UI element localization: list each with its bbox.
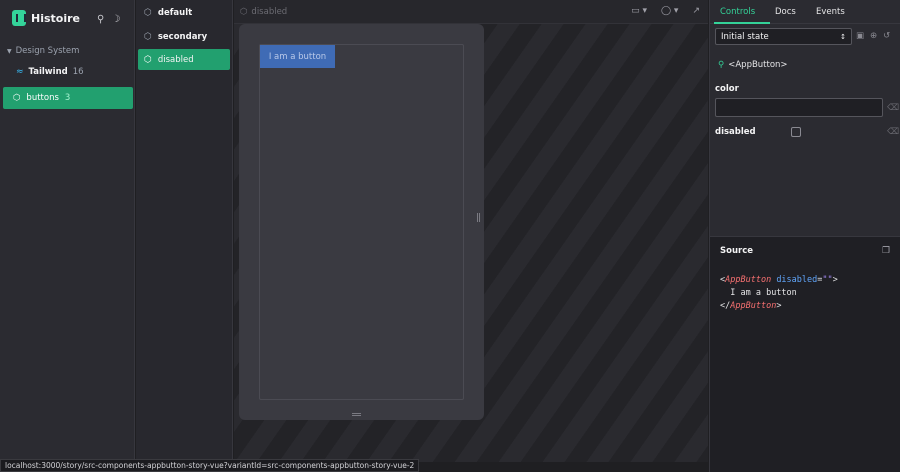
eraser-icon[interactable]: ⌫ xyxy=(887,103,899,113)
preview-toolbar: ⬡ disabled ▭ ▾ ◯ ▾ ↗ xyxy=(234,0,708,24)
tree-item-label: Tailwind xyxy=(28,67,68,77)
variant-default[interactable]: ⬡ default xyxy=(138,2,230,23)
preview-variant-name: disabled xyxy=(251,7,288,17)
code-inner-text: I am a button xyxy=(730,288,797,298)
variant-secondary[interactable]: ⬡ secondary xyxy=(138,26,230,47)
disabled-checkbox[interactable] xyxy=(791,127,801,137)
tree-item-label: buttons xyxy=(26,93,59,103)
reset-icon[interactable]: ↺ xyxy=(883,31,890,41)
tree-item-tailwind[interactable]: ≈ Tailwind 16 xyxy=(16,67,84,77)
pin-icon: ⚲ xyxy=(718,60,725,70)
histoire-logo-icon xyxy=(12,10,26,26)
code-attr-value: "" xyxy=(822,275,833,285)
active-tab-indicator xyxy=(714,22,770,24)
cube-icon: ⬡ xyxy=(240,7,248,17)
color-input[interactable] xyxy=(715,98,883,117)
search-icon[interactable]: ⚲ xyxy=(97,14,104,25)
add-icon[interactable]: ⊕ xyxy=(870,31,877,41)
save-icon[interactable]: ▣ xyxy=(856,31,864,41)
moon-icon[interactable]: ☽ xyxy=(111,14,120,25)
tab-controls[interactable]: Controls xyxy=(720,7,755,17)
cube-icon: ⬡ xyxy=(13,93,21,103)
copy-icon[interactable]: ❐ xyxy=(882,246,890,256)
state-select-value: Initial state xyxy=(721,31,769,42)
component-heading: ⚲ <AppButton> xyxy=(718,60,788,70)
code-tag-open: AppButton xyxy=(725,275,772,285)
app-name: Histoire xyxy=(31,11,80,25)
tree-item-buttons[interactable]: ⬡ buttons 3 xyxy=(3,87,133,109)
tree-group-design-system[interactable]: ▼ Design System xyxy=(7,46,79,56)
toolbar-icons: ▭ ▾ ◯ ▾ ↗ xyxy=(631,6,700,16)
code-attr: disabled xyxy=(776,275,818,285)
eraser-icon[interactable]: ⌫ xyxy=(887,127,899,137)
variant-disabled[interactable]: ⬡ disabled xyxy=(138,49,230,70)
source-title: Source xyxy=(720,246,754,256)
preview-frame: I am a button xyxy=(239,24,484,420)
sidebar: Histoire ⚲ ☽ ▼ Design System ≈ Tailwind … xyxy=(0,0,135,472)
source-code: <AppButton disabled=""> I am a button </… xyxy=(720,275,838,311)
cube-icon: ⬡ xyxy=(144,31,152,42)
preview-title: ⬡ disabled xyxy=(240,7,287,17)
chevron-down-icon: ▼ xyxy=(7,47,12,55)
variants-list: ⬡ default ⬡ secondary ⬡ disabled xyxy=(136,0,233,472)
resize-handle-bottom[interactable] xyxy=(352,413,361,416)
responsive-size-icon[interactable]: ▭ ▾ xyxy=(631,6,647,16)
demo-button[interactable]: I am a button xyxy=(260,45,335,68)
sidebar-top-icons: ⚲ ☽ xyxy=(97,14,120,25)
variant-label: default xyxy=(157,7,193,18)
app-logo[interactable]: Histoire xyxy=(12,10,80,26)
tree-item-count: 16 xyxy=(72,67,84,77)
background-color-icon[interactable]: ◯ ▾ xyxy=(661,6,678,16)
tailwind-icon: ≈ xyxy=(16,67,24,77)
component-name: <AppButton> xyxy=(728,60,788,70)
preview-viewport: I am a button xyxy=(259,44,464,400)
open-new-tab-icon[interactable]: ↗ xyxy=(692,6,700,16)
variant-label: secondary xyxy=(157,31,208,42)
code-tag-close: AppButton xyxy=(730,301,777,311)
right-panel: Controls Docs Events Initial state ↕ ▣ ⊕… xyxy=(709,0,900,472)
state-select[interactable]: Initial state ↕ xyxy=(715,28,852,45)
panel-tabs: Controls Docs Events xyxy=(710,0,900,24)
source-panel: Source ❐ <AppButton disabled=""> I am a … xyxy=(710,236,900,472)
variant-label: disabled xyxy=(157,54,194,65)
cube-icon: ⬡ xyxy=(144,54,152,65)
chevron-updown-icon: ↕ xyxy=(840,32,846,41)
tree-group-label: Design System xyxy=(15,46,80,56)
resize-handle-right[interactable] xyxy=(477,213,480,222)
control-label-color: color xyxy=(715,84,739,94)
tab-docs[interactable]: Docs xyxy=(775,7,796,17)
cube-icon: ⬡ xyxy=(144,7,152,18)
control-label-disabled: disabled xyxy=(715,127,756,137)
state-actions: ▣ ⊕ ↺ xyxy=(856,31,890,41)
status-bar-url: localhost:3000/story/src-components-appb… xyxy=(0,459,420,472)
tree-item-count: 3 xyxy=(64,93,71,103)
tab-events[interactable]: Events xyxy=(816,7,845,17)
